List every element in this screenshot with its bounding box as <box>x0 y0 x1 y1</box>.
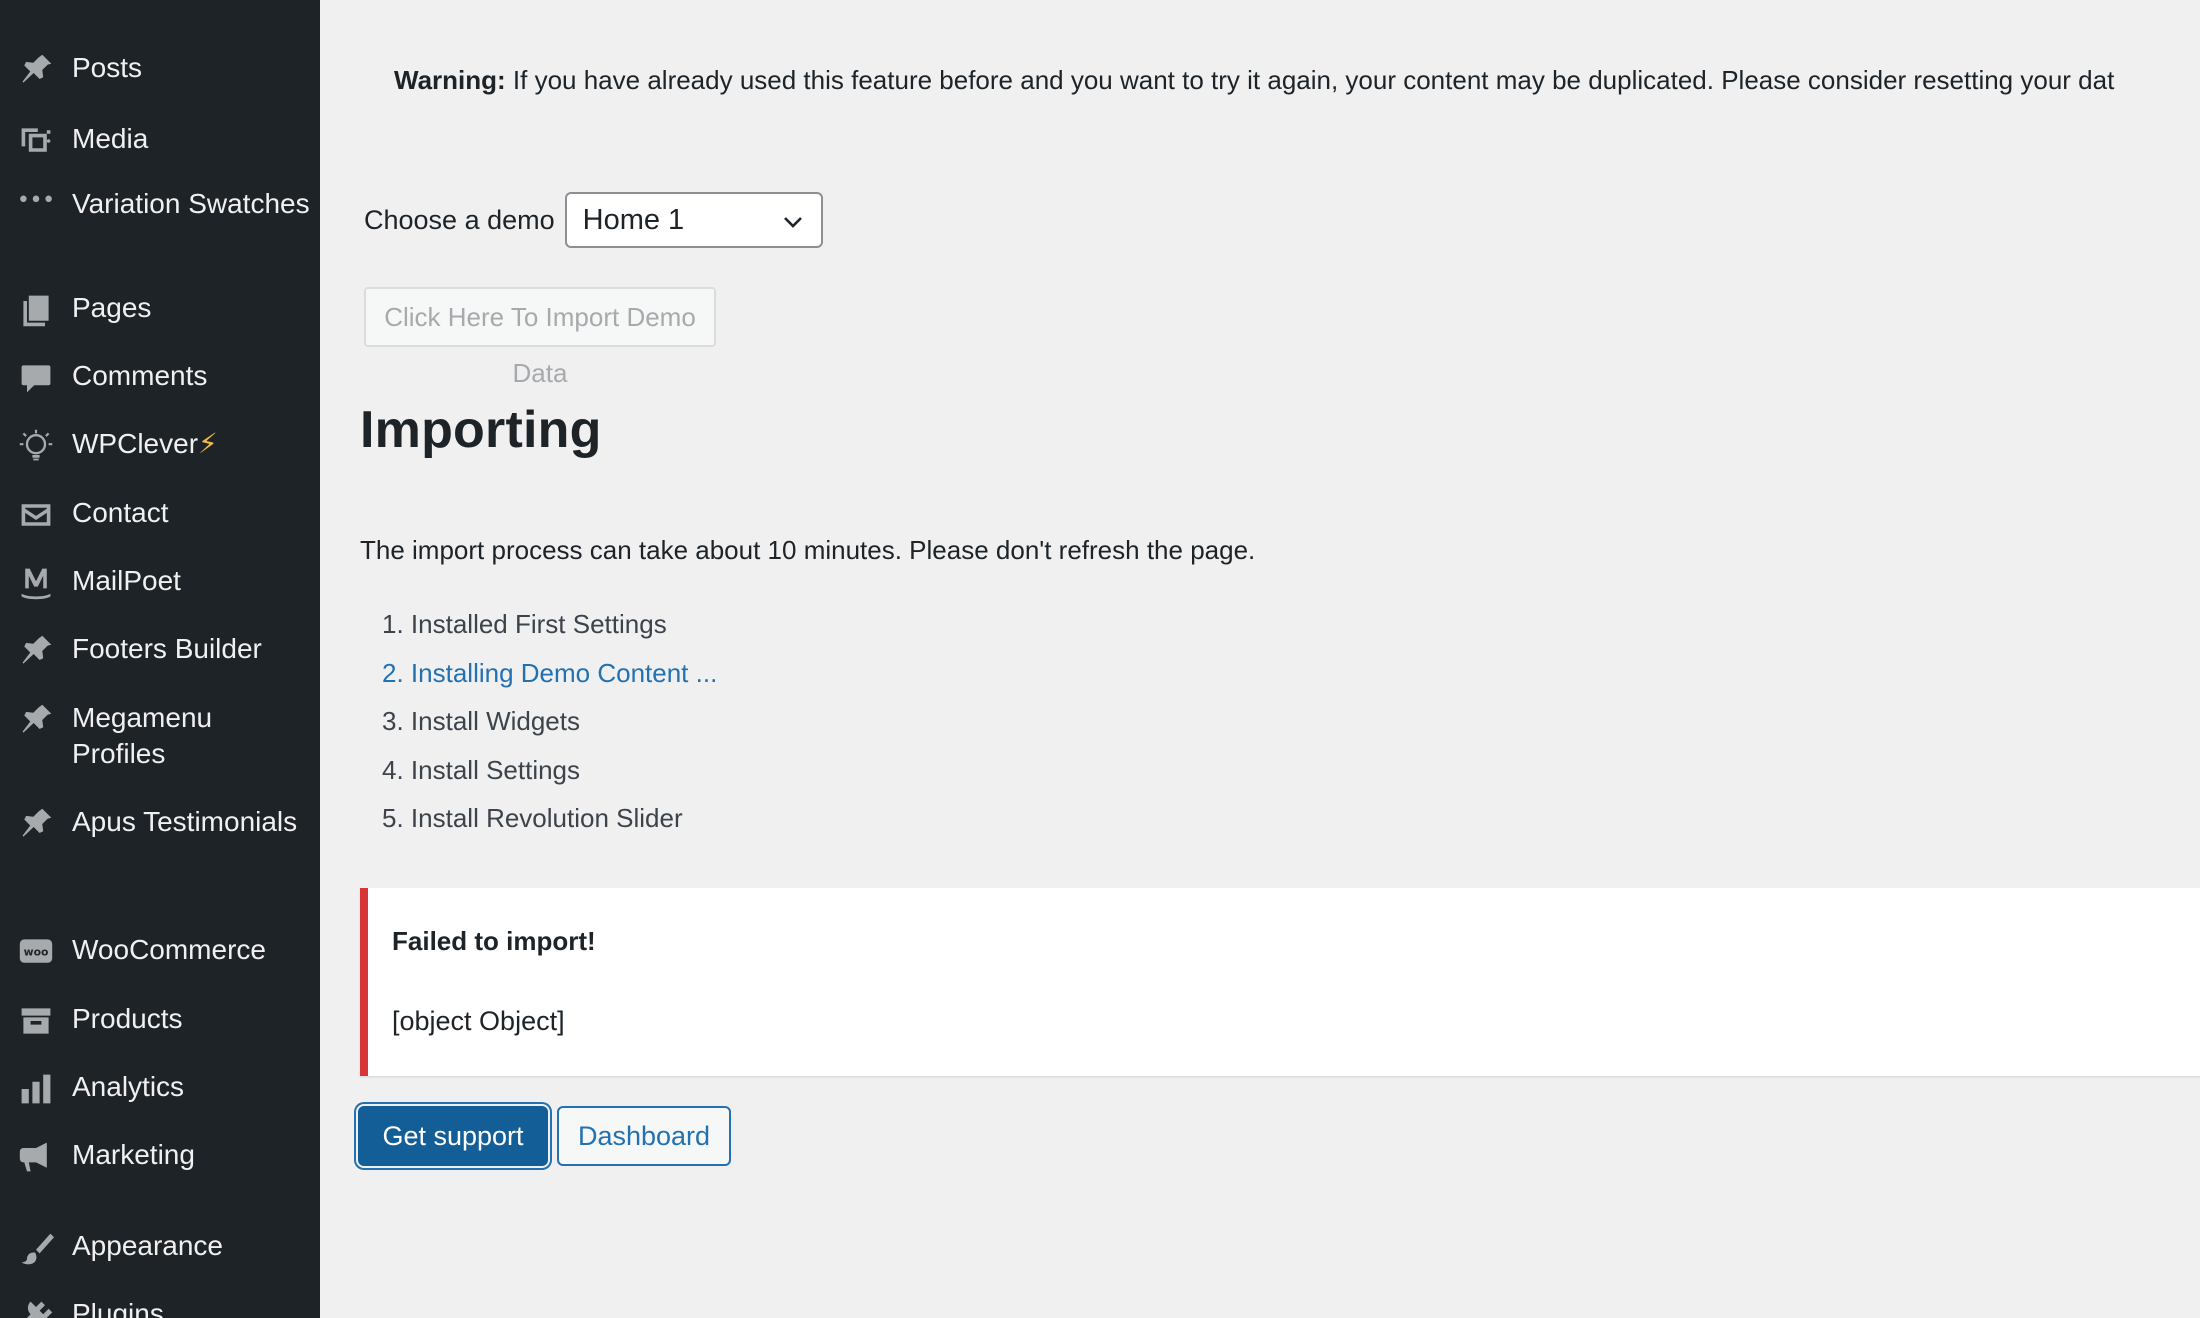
step-number: 2. <box>382 657 404 688</box>
pin-icon <box>14 631 58 671</box>
plugin-icon <box>14 1296 58 1318</box>
pages-icon <box>14 290 58 330</box>
sidebar-item-label: WPClever⚡ <box>72 426 312 462</box>
sidebar-item-label: Marketing <box>72 1139 195 1170</box>
wpclever-label: WPClever <box>72 428 199 459</box>
error-title: Failed to import! <box>392 926 596 956</box>
mailpoet-icon <box>14 563 58 603</box>
choose-demo-label: Choose a demo <box>364 204 555 235</box>
sidebar-item-label: Contact <box>72 497 169 528</box>
mail-icon <box>14 495 58 535</box>
sidebar-item-label: Products <box>72 1003 183 1034</box>
get-support-button[interactable]: Get support <box>358 1106 548 1166</box>
error-notice: Failed to import! [object Object] <box>360 888 2200 1076</box>
sidebar-item-label: Megamenu Profiles <box>72 702 213 769</box>
archive-icon <box>14 1001 58 1041</box>
step-text: Installing Demo Content ... <box>410 657 718 688</box>
warning-text: If you have already used this feature be… <box>505 65 2115 95</box>
bolt-icon: ⚡ <box>198 428 218 459</box>
warning-label: Warning: <box>394 65 506 95</box>
list-item: 2. Installing Demo Content ... <box>382 649 717 698</box>
media-icon <box>14 121 58 161</box>
pin-icon <box>14 50 58 90</box>
chevron-down-icon <box>783 217 802 228</box>
sidebar-item-label: Appearance <box>72 1230 224 1261</box>
step-number: 5. <box>382 803 404 833</box>
woo-icon: woo <box>14 932 58 972</box>
admin-sidebar: Posts Media Variation Swatches Pages Com… <box>0 0 320 1318</box>
step-number: 4. <box>382 754 404 785</box>
list-item: 1. Installed First Settings <box>382 600 717 649</box>
import-description: The import process can take about 10 min… <box>360 535 1256 565</box>
demo-select[interactable]: Home 1 <box>564 192 823 248</box>
step-text: Installed First Settings <box>410 609 667 639</box>
step-number: 1. <box>382 609 404 639</box>
list-item: 3. Install Widgets <box>382 697 717 746</box>
sidebar-item-label: Pages <box>72 292 152 323</box>
dots-icon <box>14 186 58 226</box>
megaphone-icon <box>14 1137 58 1177</box>
error-message: [object Object] <box>392 1006 565 1036</box>
dashboard-button[interactable]: Dashboard <box>557 1106 731 1166</box>
brush-icon <box>14 1228 58 1268</box>
demo-chooser: Choose a demo Home 1 <box>364 190 823 250</box>
sidebar-item-label: Analytics <box>72 1071 185 1102</box>
svg-text:woo: woo <box>24 946 49 959</box>
bar-chart-icon <box>14 1069 58 1109</box>
sidebar-item-label: Variation Swatches <box>72 188 310 219</box>
step-text: Install Revolution Slider <box>410 803 683 833</box>
sidebar-item-label: Footers Builder <box>72 633 262 664</box>
sidebar-item-label: Comments <box>72 360 208 391</box>
demo-select-value: Home 1 <box>582 204 685 236</box>
sidebar-item-label: Media <box>72 123 149 154</box>
step-number: 3. <box>382 706 404 736</box>
warning-message: Warning: If you have already used this f… <box>394 62 2200 98</box>
wpclever-icon <box>14 426 58 466</box>
step-text: Install Widgets <box>410 706 580 736</box>
comment-icon <box>14 358 58 398</box>
sidebar-item-label: Posts <box>72 52 143 83</box>
list-item: 5. Install Revolution Slider <box>382 794 717 843</box>
pin-icon <box>14 700 58 740</box>
sidebar-item-label: Apus Testimonials <box>72 806 298 837</box>
import-steps: 1. Installed First Settings 2. Installin… <box>382 600 717 843</box>
page-title: Importing <box>360 401 602 459</box>
list-item: 4. Install Settings <box>382 746 717 795</box>
pin-icon <box>14 804 58 844</box>
sidebar-item-label: WooCommerce <box>72 934 266 965</box>
import-demo-button[interactable]: Click Here To Import Demo Data <box>364 287 716 388</box>
sidebar-item-label: MailPoet <box>72 565 181 596</box>
sidebar-item-label: Plugins <box>72 1298 164 1318</box>
step-text: Install Settings <box>410 754 581 785</box>
